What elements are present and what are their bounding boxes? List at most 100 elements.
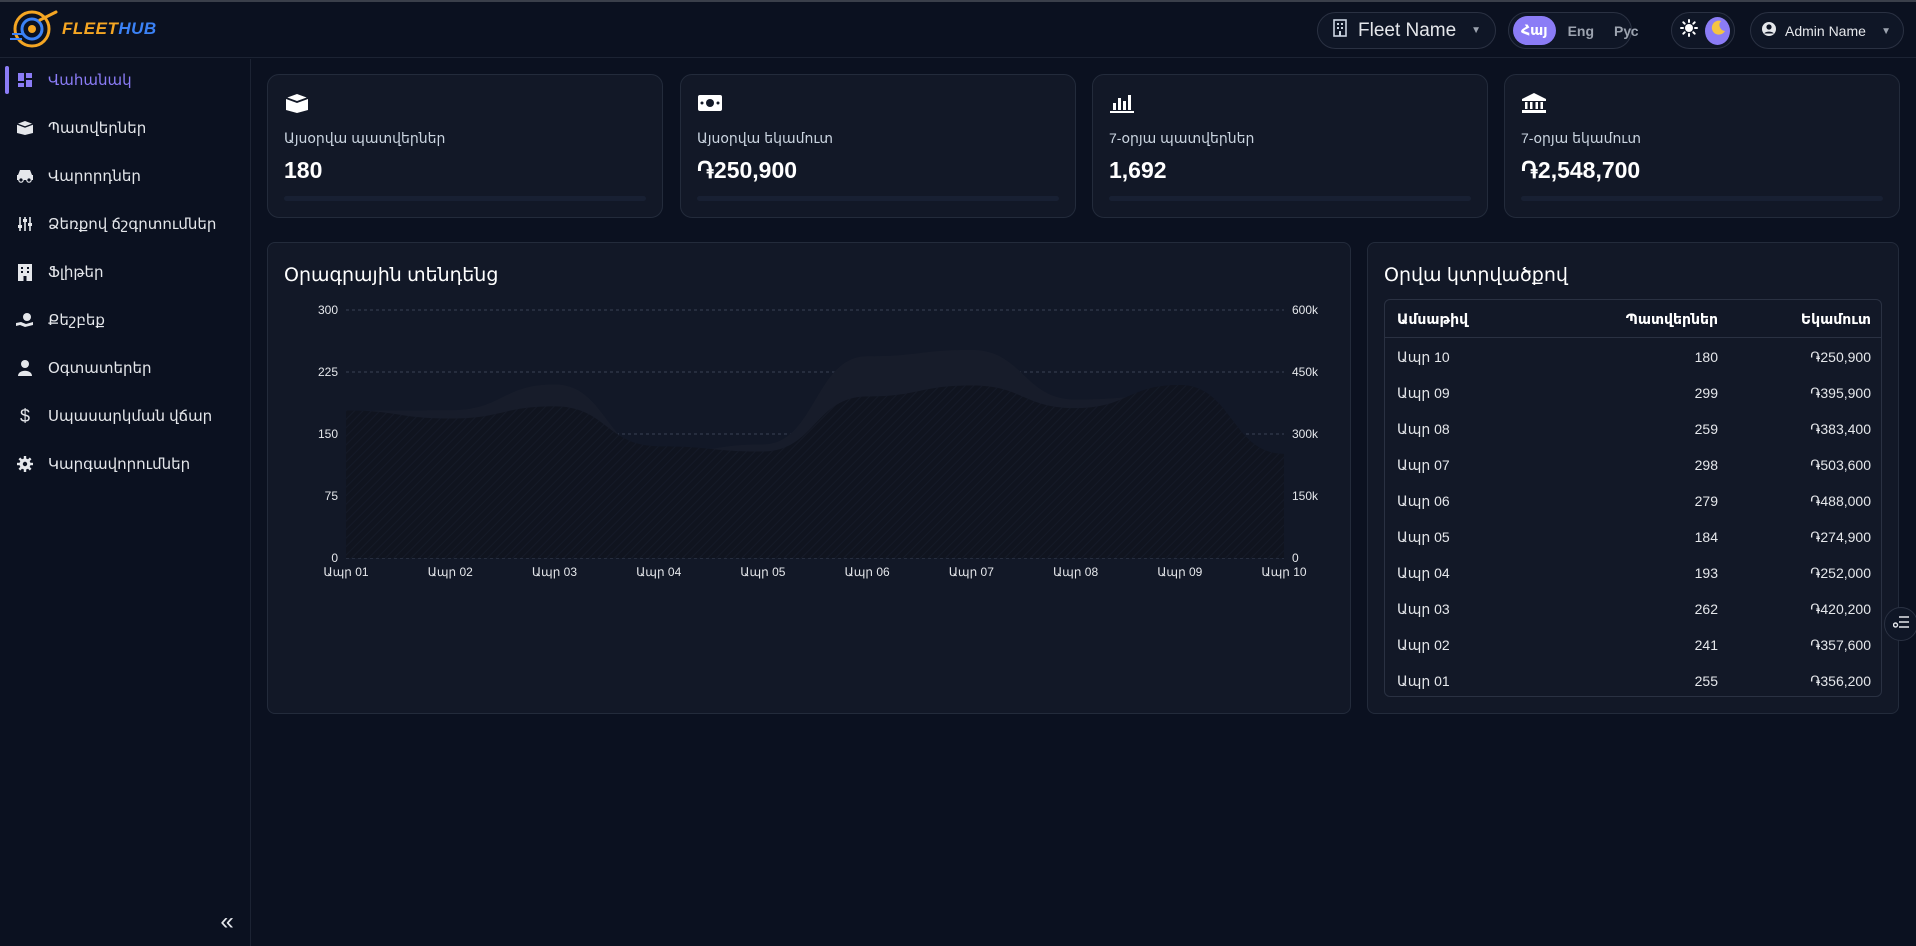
y-left-tick-label: 0 (331, 551, 338, 565)
cell-orders: 255 (1694, 673, 1718, 689)
sidebar-item-drivers[interactable]: Վարորդներ (0, 156, 250, 196)
sidebar-item-users[interactable]: Օգտատերեր (0, 348, 250, 388)
table-row[interactable]: Ապր 03 262 ֏420,200 (1385, 590, 1881, 626)
cell-date: Ապր 06 (1397, 493, 1450, 509)
sidebar-item-label: Պատվերներ (48, 120, 147, 137)
collapse-sidebar-button[interactable]: « (214, 908, 240, 935)
sidebar-item-label: Վահանակ (48, 72, 132, 89)
logo-word-hub: HUB (118, 19, 157, 38)
language-switcher: Հայ Eng Рус (1508, 12, 1639, 49)
stat-progress-track (697, 196, 1059, 201)
list-filter-icon (1892, 615, 1909, 634)
moon-icon (1709, 19, 1727, 42)
x-tick-label: Ապր 07 (949, 565, 994, 579)
table-row[interactable]: Ապր 01 255 ֏356,200 (1385, 662, 1881, 696)
y-right-tick-label: 600k (1292, 303, 1319, 317)
table-row[interactable]: Ապր 10 180 ֏250,900 (1385, 338, 1881, 374)
cell-date: Ապր 09 (1397, 385, 1450, 401)
box-icon (16, 119, 34, 137)
cashback-icon (16, 311, 34, 329)
user-icon (16, 359, 34, 377)
stat-card-7day-revenue: 7-օրյա եկամուտ ֏2,548,700 (1504, 74, 1900, 218)
dark-theme-button[interactable] (1705, 16, 1730, 45)
table-row[interactable]: Ապր 04 193 ֏252,000 (1385, 554, 1881, 590)
user-name: Admin Name (1785, 22, 1866, 39)
cell-date: Ապր 01 (1397, 673, 1450, 689)
cell-orders: 241 (1694, 637, 1718, 653)
fleet-select-value: Fleet Name (1358, 19, 1457, 41)
stat-label: 7-օրյա պատվերներ (1109, 130, 1255, 146)
cell-date: Ապր 03 (1397, 601, 1450, 617)
lang-button-hy[interactable]: Հայ (1513, 16, 1556, 45)
bar-chart-icon (1109, 93, 1135, 115)
sidebar-item-dashboard[interactable]: Վահանակ (0, 60, 250, 100)
dollar-icon: $ (19, 405, 30, 426)
column-header-date[interactable]: Ամսաթիվ (1397, 311, 1468, 328)
sidebar-item-settings[interactable]: Կարգավորումներ (0, 444, 250, 484)
daily-table: Ամսաթիվ Պատվերներ Եկամուտ Ապր 10 180 ֏250,… (1384, 299, 1882, 697)
cell-revenue: ֏420,200 (1810, 601, 1871, 617)
sidebar-item-label: Կարգավորումներ (48, 456, 191, 473)
table-row[interactable]: Ապր 07 298 ֏503,600 (1385, 446, 1881, 482)
y-right-tick-label: 150k (1292, 489, 1319, 503)
car-icon (16, 167, 34, 185)
stat-card-today-revenue: Այսօրվա եկամուտ ֏250,900 (680, 74, 1076, 218)
table-row[interactable]: Ապր 09 299 ֏395,900 (1385, 374, 1881, 410)
sidebar-item-fleets[interactable]: Ֆլիթեր (0, 252, 250, 292)
panel-title: Օրագրային տենդենց (284, 265, 499, 286)
cell-revenue: ֏274,900 (1810, 529, 1871, 545)
cell-orders: 262 (1694, 601, 1718, 617)
y-right-tick-label: 300k (1292, 427, 1319, 441)
daily-breakdown-panel: Օրվա կտրվածքով Ամսաթիվ Պատվերներ Եկամուտ… (1367, 242, 1899, 714)
x-tick-label: Ապր 03 (532, 565, 577, 579)
cell-date: Ապր 07 (1397, 457, 1450, 473)
table-row[interactable]: Ապր 06 279 ֏488,000 (1385, 482, 1881, 518)
x-tick-label: Ապր 05 (740, 565, 785, 579)
chevron-down-icon: ▼ (1881, 26, 1891, 37)
cell-orders: 180 (1694, 349, 1718, 365)
double-chevron-left-icon: « (220, 908, 234, 935)
table-row[interactable]: Ապր 02 241 ֏357,600 (1385, 626, 1881, 662)
cell-revenue: ֏357,600 (1810, 637, 1871, 653)
cell-orders: 298 (1694, 457, 1718, 473)
fleet-select[interactable]: Fleet Name ▼ (1317, 12, 1496, 49)
fleethub-logo[interactable]: FLEETHUB (10, 6, 157, 52)
sidebar-item-adjustments[interactable]: Ձեռքով ճշգրտումներ (0, 204, 250, 244)
sidebar-item-orders[interactable]: Պատվերներ (0, 108, 250, 148)
table-row[interactable]: Ապր 05 184 ֏274,900 (1385, 518, 1881, 554)
column-header-revenue[interactable]: Եկամուտ (1801, 311, 1871, 328)
stat-progress-track (1521, 196, 1883, 201)
user-menu-button[interactable]: Admin Name ▼ (1750, 12, 1904, 49)
stat-progress-track (284, 196, 646, 201)
stat-value: ֏2,548,700 (1521, 157, 1641, 183)
cell-orders: 259 (1694, 421, 1718, 437)
light-theme-button[interactable] (1676, 17, 1701, 45)
x-tick-label: Ապր 02 (428, 565, 473, 579)
cell-date: Ապր 05 (1397, 529, 1450, 545)
lang-button-en[interactable]: Eng (1560, 16, 1602, 45)
logo-word-fleet: FLEET (62, 19, 119, 38)
cell-revenue: ֏383,400 (1810, 421, 1871, 437)
stat-label: Այսօրվա եկամուտ (697, 130, 834, 146)
cell-revenue: ֏252,000 (1810, 565, 1871, 581)
gear-icon (16, 455, 34, 473)
x-tick-label: Ապր 09 (1157, 565, 1202, 579)
sidebar-item-service-fee[interactable]: $ Սպասարկման վճար (0, 396, 250, 436)
panel-title: Օրվա կտրվածքով (1384, 265, 1568, 286)
cell-date: Ապր 08 (1397, 421, 1450, 437)
sidebar-item-label: Ֆլիթեր (48, 264, 104, 281)
cell-date: Ապր 02 (1397, 637, 1450, 653)
sliders-icon (16, 215, 34, 233)
lang-button-ru[interactable]: Рус (1606, 16, 1647, 45)
stat-value: 180 (284, 157, 323, 183)
dashboard-icon (16, 71, 34, 89)
building-icon (16, 263, 34, 281)
sidebar-item-cashback[interactable]: Քեշբեք (0, 300, 250, 340)
trend-chart: 0 0 75 150k 150 300k 225 450k 300 600k Ապր 01 Ապր 0… (318, 303, 1319, 579)
top-header: FLEETHUB Fleet Name ▼ Հայ Eng Рус Admin … (0, 2, 1916, 58)
column-header-orders[interactable]: Պատվերներ (1626, 311, 1718, 328)
table-row[interactable]: Ապր 08 259 ֏383,400 (1385, 410, 1881, 446)
floating-filter-button[interactable] (1884, 607, 1916, 641)
stat-value: 1,692 (1109, 157, 1167, 183)
daily-trend-panel: Օրագրային տենդենց 0 0 75 150k 150 300k 225 450k… (267, 242, 1351, 714)
